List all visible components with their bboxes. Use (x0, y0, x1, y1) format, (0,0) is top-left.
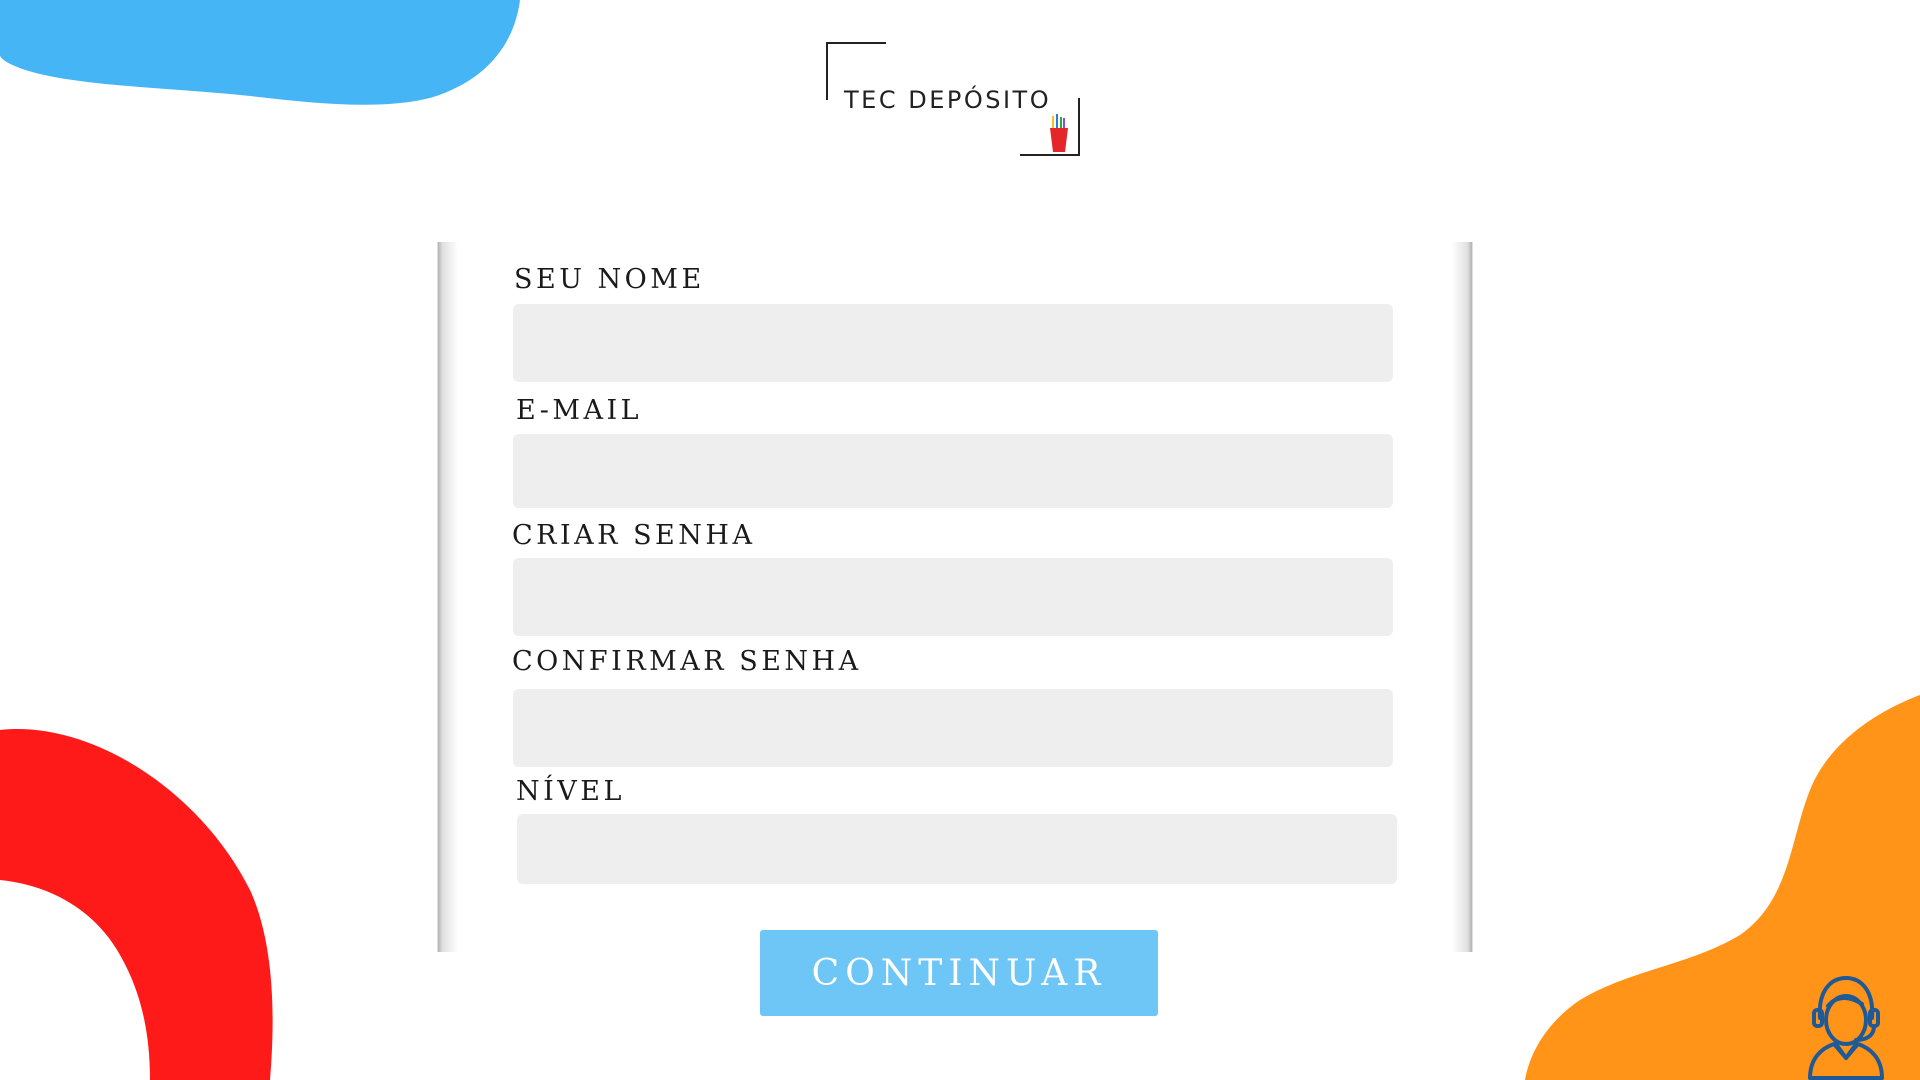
support-agent-headset-icon[interactable] (1800, 970, 1890, 1080)
blue-blob-decoration (0, 0, 520, 105)
level-label: NÍVEL (516, 776, 625, 807)
card-shadow-left (430, 242, 458, 952)
continue-button[interactable]: CONTINUAR (760, 930, 1158, 1016)
red-ring-decoration (0, 729, 273, 1080)
email-input[interactable] (513, 434, 1393, 508)
brand-name: TEC DEPÓSITO (844, 86, 1052, 114)
brand-logo: TEC DEPÓSITO (822, 40, 1080, 158)
signup-form-card: SEU NOME E-MAIL CRIAR SENHA CONFIRMAR SE… (430, 242, 1480, 952)
create-password-input[interactable] (513, 558, 1393, 636)
level-input[interactable] (517, 814, 1397, 884)
card-shadow-right (1452, 242, 1480, 952)
name-input[interactable] (513, 304, 1393, 382)
create-password-label: CRIAR SENHA (512, 520, 756, 551)
pencil-cup-icon (1050, 114, 1068, 152)
name-label: SEU NOME (514, 264, 705, 295)
signup-page: TEC DEPÓSITO SEU NOME E-MAIL CRIAR SENHA… (0, 0, 1920, 1080)
confirm-password-label: CONFIRMAR SENHA (512, 646, 862, 677)
confirm-password-input[interactable] (513, 689, 1393, 767)
email-label: E-MAIL (516, 395, 643, 426)
